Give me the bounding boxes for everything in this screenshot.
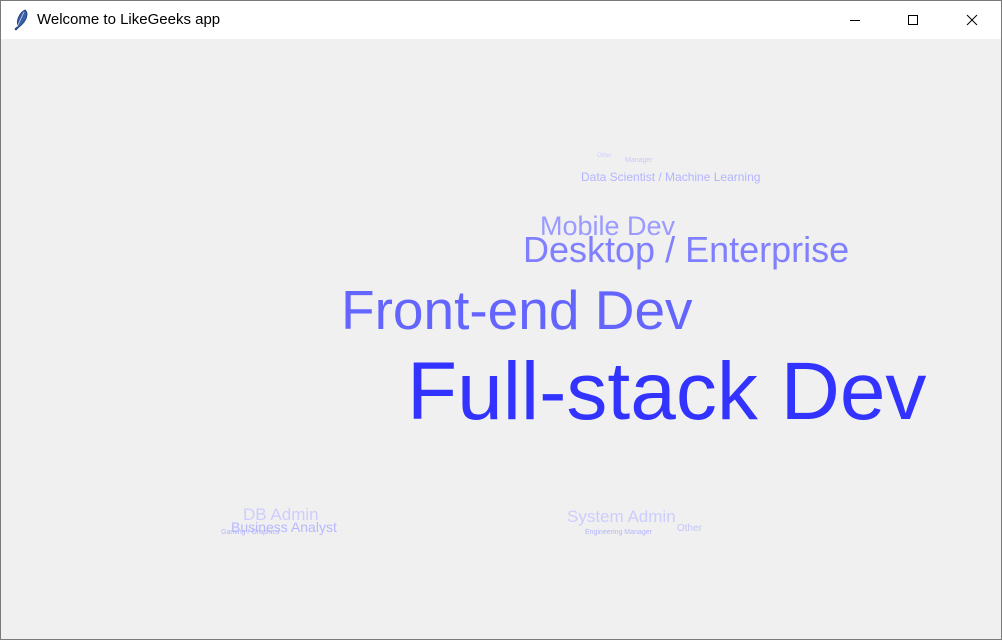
maximize-icon xyxy=(908,15,918,25)
word-cloud-word: Manager xyxy=(625,157,653,164)
title-bar[interactable]: Welcome to LikeGeeks app xyxy=(1,1,1001,39)
feather-icon xyxy=(14,9,28,31)
word-cloud-word: Other xyxy=(677,523,703,534)
word-cloud-word: Full-stack Dev xyxy=(407,346,927,437)
minimize-button[interactable] xyxy=(826,1,884,39)
word-cloud-word: Front-end Dev xyxy=(341,279,693,341)
window-title: Welcome to LikeGeeks app xyxy=(37,11,221,28)
word-cloud-word: Mobile Dev xyxy=(540,211,676,241)
word-cloud-word: Gaming / Graphics xyxy=(221,529,280,536)
app-window: Welcome to LikeGeeks app Other Manager D… xyxy=(0,0,1002,640)
word-cloud-word: Data Scientist / Machine Learning xyxy=(581,170,761,184)
minimize-icon xyxy=(850,20,860,21)
word-cloud-canvas: Other Manager Data Scientist / Machine L… xyxy=(1,39,1001,639)
word-cloud-word: Engineering Manager xyxy=(585,529,652,536)
word-cloud-word: Other xyxy=(597,153,613,159)
maximize-button[interactable] xyxy=(884,1,942,39)
word-cloud-word: System Admin xyxy=(567,507,676,526)
close-icon xyxy=(966,14,978,26)
close-button[interactable] xyxy=(943,1,1001,39)
